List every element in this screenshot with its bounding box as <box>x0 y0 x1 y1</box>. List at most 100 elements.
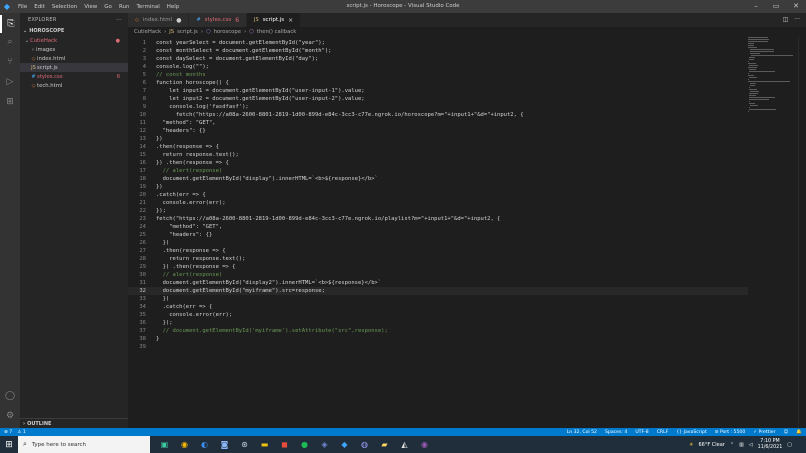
menu-view[interactable]: View <box>84 4 97 10</box>
tab-index-html[interactable]: ◇ index.html ● <box>128 13 190 27</box>
account-icon[interactable]: ◯ <box>0 387 20 405</box>
code-editor[interactable]: 1 const yearSelect = document.getElementB… <box>128 37 748 428</box>
code-line[interactable]: 13}) <box>128 135 748 143</box>
chrome-icon[interactable]: ◉ <box>176 436 193 453</box>
code-line[interactable]: 39 <box>128 343 748 351</box>
task-view-icon[interactable]: ▣ <box>156 436 173 453</box>
prettier-status[interactable]: ✓ Prettier <box>753 430 775 435</box>
taskbar-clock[interactable]: 7:10 PM 11/6/2021 <box>758 439 783 451</box>
menu-file[interactable]: File <box>18 4 27 10</box>
source-control-icon[interactable]: ⑂ <box>0 53 20 71</box>
code-line[interactable]: 21 console.error(err); <box>128 199 748 207</box>
search-icon[interactable]: ⌕ <box>0 33 20 51</box>
file-index-html[interactable]: ◇ index.html <box>20 54 128 63</box>
code-line[interactable]: 37 // document.getElementById('myiframe'… <box>128 327 748 335</box>
notifications-icon[interactable]: 🔔 <box>796 430 802 435</box>
tab-script-js[interactable]: JS script.js × <box>247 13 302 27</box>
breadcrumb-folder[interactable]: CutieHack <box>134 29 161 35</box>
code-line[interactable]: 6 function horoscope() { <box>128 79 748 87</box>
code-line[interactable]: 9 console.log('fasdfasf'); <box>128 103 748 111</box>
warnings-indicator[interactable]: ⚠ 1 <box>17 430 26 435</box>
code-line[interactable]: 11 "method": "GET", <box>128 119 748 127</box>
git-icon[interactable]: ◭ <box>396 436 413 453</box>
minimize-icon[interactable]: – <box>746 0 766 13</box>
workspace-section[interactable]: ⌄ HOROSCOPE <box>20 26 128 36</box>
code-line[interactable]: 19}) <box>128 183 748 191</box>
breadcrumb-callback[interactable]: then() callback <box>257 29 297 35</box>
outline-section[interactable]: › OUTLINE <box>20 418 128 428</box>
menu-terminal[interactable]: Terminal <box>136 4 159 10</box>
code-line[interactable]: 30 // alert(response) <box>128 271 748 279</box>
breadcrumb-function[interactable]: horoscope <box>214 29 241 35</box>
network-icon[interactable]: ▥ <box>739 442 744 448</box>
spotify-icon[interactable]: ● <box>296 436 313 453</box>
file-tech-html[interactable]: ◇ tech.html <box>20 81 128 90</box>
errors-indicator[interactable]: ⊗ 7 <box>4 430 12 435</box>
code-line[interactable]: 22}); <box>128 207 748 215</box>
menu-selection[interactable]: Selection <box>52 4 77 10</box>
extensions-icon[interactable]: ⊞ <box>0 93 20 111</box>
run-debug-icon[interactable]: ▷ <box>0 73 20 91</box>
settings-gear-icon[interactable]: ⚙ <box>0 407 20 425</box>
menu-edit[interactable]: Edit <box>34 4 45 10</box>
app-icon[interactable]: ◉ <box>416 436 433 453</box>
code-line[interactable]: 20 .catch(err => { <box>128 191 748 199</box>
live-server-port[interactable]: ⊘ Port : 5500 <box>715 430 746 435</box>
code-line[interactable]: 10 fetch("https://a08a-2600-8801-2819-1d… <box>128 111 748 119</box>
volume-icon[interactable]: ◁ <box>749 442 753 448</box>
unsaved-dot-icon[interactable]: ● <box>176 17 181 24</box>
code-line[interactable]: 36 }); <box>128 319 748 327</box>
maximize-icon[interactable]: ▭ <box>766 0 786 13</box>
code-line[interactable]: 24 "method": "GET", <box>128 223 748 231</box>
code-line[interactable]: 15 return response.text(); <box>128 151 748 159</box>
discord-icon[interactable]: ◙ <box>216 436 233 453</box>
code-line[interactable]: 12 "headers": {} <box>128 127 748 135</box>
code-line[interactable]: 1 const yearSelect = document.getElementB… <box>128 39 748 47</box>
code-line[interactable]: 35 console.error(err); <box>128 311 748 319</box>
encoding[interactable]: UTF-8 <box>635 430 648 435</box>
tab-styles-css[interactable]: # styles.css 6 <box>189 13 248 27</box>
taskbar-search[interactable]: ⌕ Type here to search <box>18 436 150 453</box>
code-line[interactable]: 4 console.log(""); <box>128 63 748 71</box>
teams-icon[interactable]: ◈ <box>316 436 333 453</box>
notification-center-icon[interactable]: ▢ <box>787 442 792 448</box>
more-actions-icon[interactable]: ··· <box>116 17 122 23</box>
office-icon[interactable]: ◼ <box>276 436 293 453</box>
close-tab-icon[interactable]: × <box>288 17 293 24</box>
code-line[interactable]: 26 }) <box>128 239 748 247</box>
windows-start-icon[interactable]: ⊞ <box>0 436 18 453</box>
line-ending[interactable]: CRLF <box>657 430 669 435</box>
menu-go[interactable]: Go <box>104 4 112 10</box>
menu-help[interactable]: Help <box>167 4 180 10</box>
file-styles-css[interactable]: # styles.css 6 <box>20 72 128 81</box>
minimap[interactable] <box>748 37 798 127</box>
code-line[interactable]: 28 return response.text(); <box>128 255 748 263</box>
folder-cutiehack[interactable]: ⌄ CutieHack ● <box>20 36 128 45</box>
folder-icon[interactable]: ▰ <box>376 436 393 453</box>
code-line[interactable]: 5 // const months <box>128 71 748 79</box>
code-line[interactable]: 2 const monthSelect = document.getElement… <box>128 47 748 55</box>
chevron-up-icon[interactable]: ⌃ <box>730 442 734 448</box>
vscode-taskbar-icon[interactable]: ◆ <box>336 436 353 453</box>
feedback-icon[interactable]: ☺ <box>783 430 788 435</box>
code-line[interactable]: 8 let input2 = document.getElementById("… <box>128 95 748 103</box>
code-line[interactable]: 3 const daySelect = document.getElementBy… <box>128 55 748 63</box>
weather-text[interactable]: 66°F Clear <box>698 442 724 448</box>
file-explorer-icon[interactable]: ▬ <box>256 436 273 453</box>
close-icon[interactable]: ✕ <box>786 0 806 13</box>
code-line[interactable]: 31 document.getElementById("display2").i… <box>128 279 748 287</box>
code-line[interactable]: 17 // alert(response) <box>128 167 748 175</box>
code-line[interactable]: 14 .then(response => { <box>128 143 748 151</box>
file-script-js[interactable]: JS script.js <box>20 63 128 72</box>
editor-scrollbar[interactable] <box>798 37 806 428</box>
code-line[interactable]: 27 .then(response => { <box>128 247 748 255</box>
code-line[interactable]: 34 .catch(err => { <box>128 303 748 311</box>
steam-icon[interactable]: ⊛ <box>236 436 253 453</box>
split-editor-icon[interactable]: ◫ <box>783 16 789 23</box>
code-line[interactable]: 18 document.getElementById("display").in… <box>128 175 748 183</box>
more-actions-icon[interactable]: ··· <box>794 16 800 23</box>
obs-icon[interactable]: ◍ <box>356 436 373 453</box>
code-line[interactable]: 23 fetch("https://a08a-2600-8801-2819-1d0… <box>128 215 748 223</box>
cursor-position[interactable]: Ln 32, Col 52 <box>567 430 597 435</box>
code-line[interactable]: 29 }) .then(response => { <box>128 263 748 271</box>
